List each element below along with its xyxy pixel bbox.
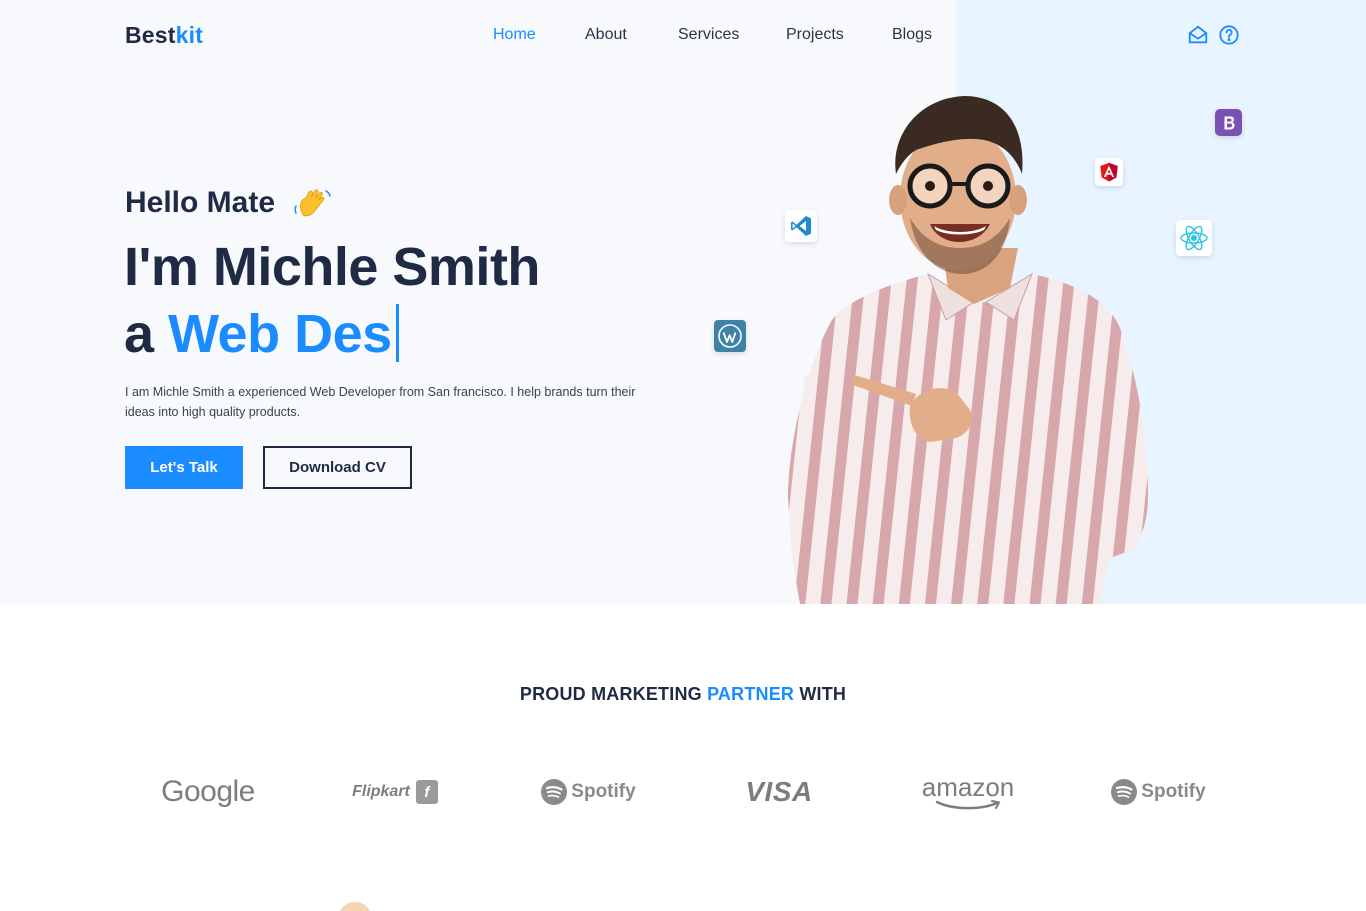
brand-logo[interactable]: Bestkit	[125, 22, 203, 49]
hero-section: Bestkit Home About Services Projects Blo…	[0, 0, 1366, 604]
mail-open-icon[interactable]	[1187, 24, 1209, 46]
nav-item-about[interactable]: About	[585, 26, 627, 44]
nav-item-home[interactable]: Home	[493, 26, 536, 44]
nav-item-projects[interactable]: Projects	[786, 26, 844, 44]
hero-role-typed: Web Des	[168, 304, 392, 364]
google-logo-text: Google	[161, 775, 255, 808]
partners-title-part1: PROUD MARKETING	[519, 684, 702, 704]
flipkart-logo-text: Flipkart	[352, 783, 410, 800]
hero-role-prefix: a	[124, 304, 154, 364]
flipkart-logo[interactable]: Flipkart f	[345, 770, 445, 814]
lets-talk-button[interactable]: Let's Talk	[125, 446, 243, 489]
top-navbar: Bestkit Home About Services Projects Blo…	[0, 0, 1366, 70]
visa-logo[interactable]: VISA	[738, 770, 820, 814]
google-logo[interactable]: Google	[150, 770, 266, 814]
brand-logo-part2: kit	[175, 22, 204, 48]
partners-title-part2: WITH	[799, 684, 847, 704]
typing-cursor	[395, 304, 399, 362]
amazon-smile-icon	[935, 800, 1001, 810]
partial-avatar	[338, 902, 372, 911]
amazon-logo[interactable]: amazon	[916, 770, 1020, 814]
hero-role: a Web Des	[124, 303, 399, 365]
spotify-icon	[541, 779, 568, 805]
brand-logo-part1: Best	[125, 22, 176, 48]
react-icon	[1176, 220, 1212, 256]
spotify-logo-2-text: Spotify	[1141, 781, 1206, 802]
hero-person-image	[770, 88, 1170, 604]
nav-item-services[interactable]: Services	[678, 26, 739, 44]
download-cv-button[interactable]: Download CV	[263, 446, 412, 489]
spotify-logo-text: Spotify	[571, 781, 636, 802]
partners-title: PROUD MARKETING PARTNER WITH	[0, 684, 1366, 705]
hero-greeting: Hello Mate	[125, 186, 276, 219]
visa-logo-text: VISA	[745, 776, 813, 807]
spotify-logo-2[interactable]: Spotify	[1108, 770, 1208, 814]
nav-item-blogs[interactable]: Blogs	[892, 26, 932, 44]
spotify-icon	[1111, 779, 1138, 805]
flipkart-bag-icon: f	[415, 780, 438, 804]
bootstrap-icon	[1215, 109, 1242, 136]
help-circle-icon[interactable]	[1218, 24, 1240, 46]
partners-title-highlight: PARTNER	[707, 684, 795, 704]
amazon-logo-text: amazon	[921, 772, 1015, 802]
waving-hand-icon	[293, 186, 333, 226]
hero-name: I'm Michle Smith	[124, 237, 540, 297]
hero-description: I am Michle Smith a experienced Web Deve…	[125, 385, 636, 419]
spotify-logo[interactable]: Spotify	[538, 770, 638, 814]
wordpress-icon	[714, 320, 746, 352]
